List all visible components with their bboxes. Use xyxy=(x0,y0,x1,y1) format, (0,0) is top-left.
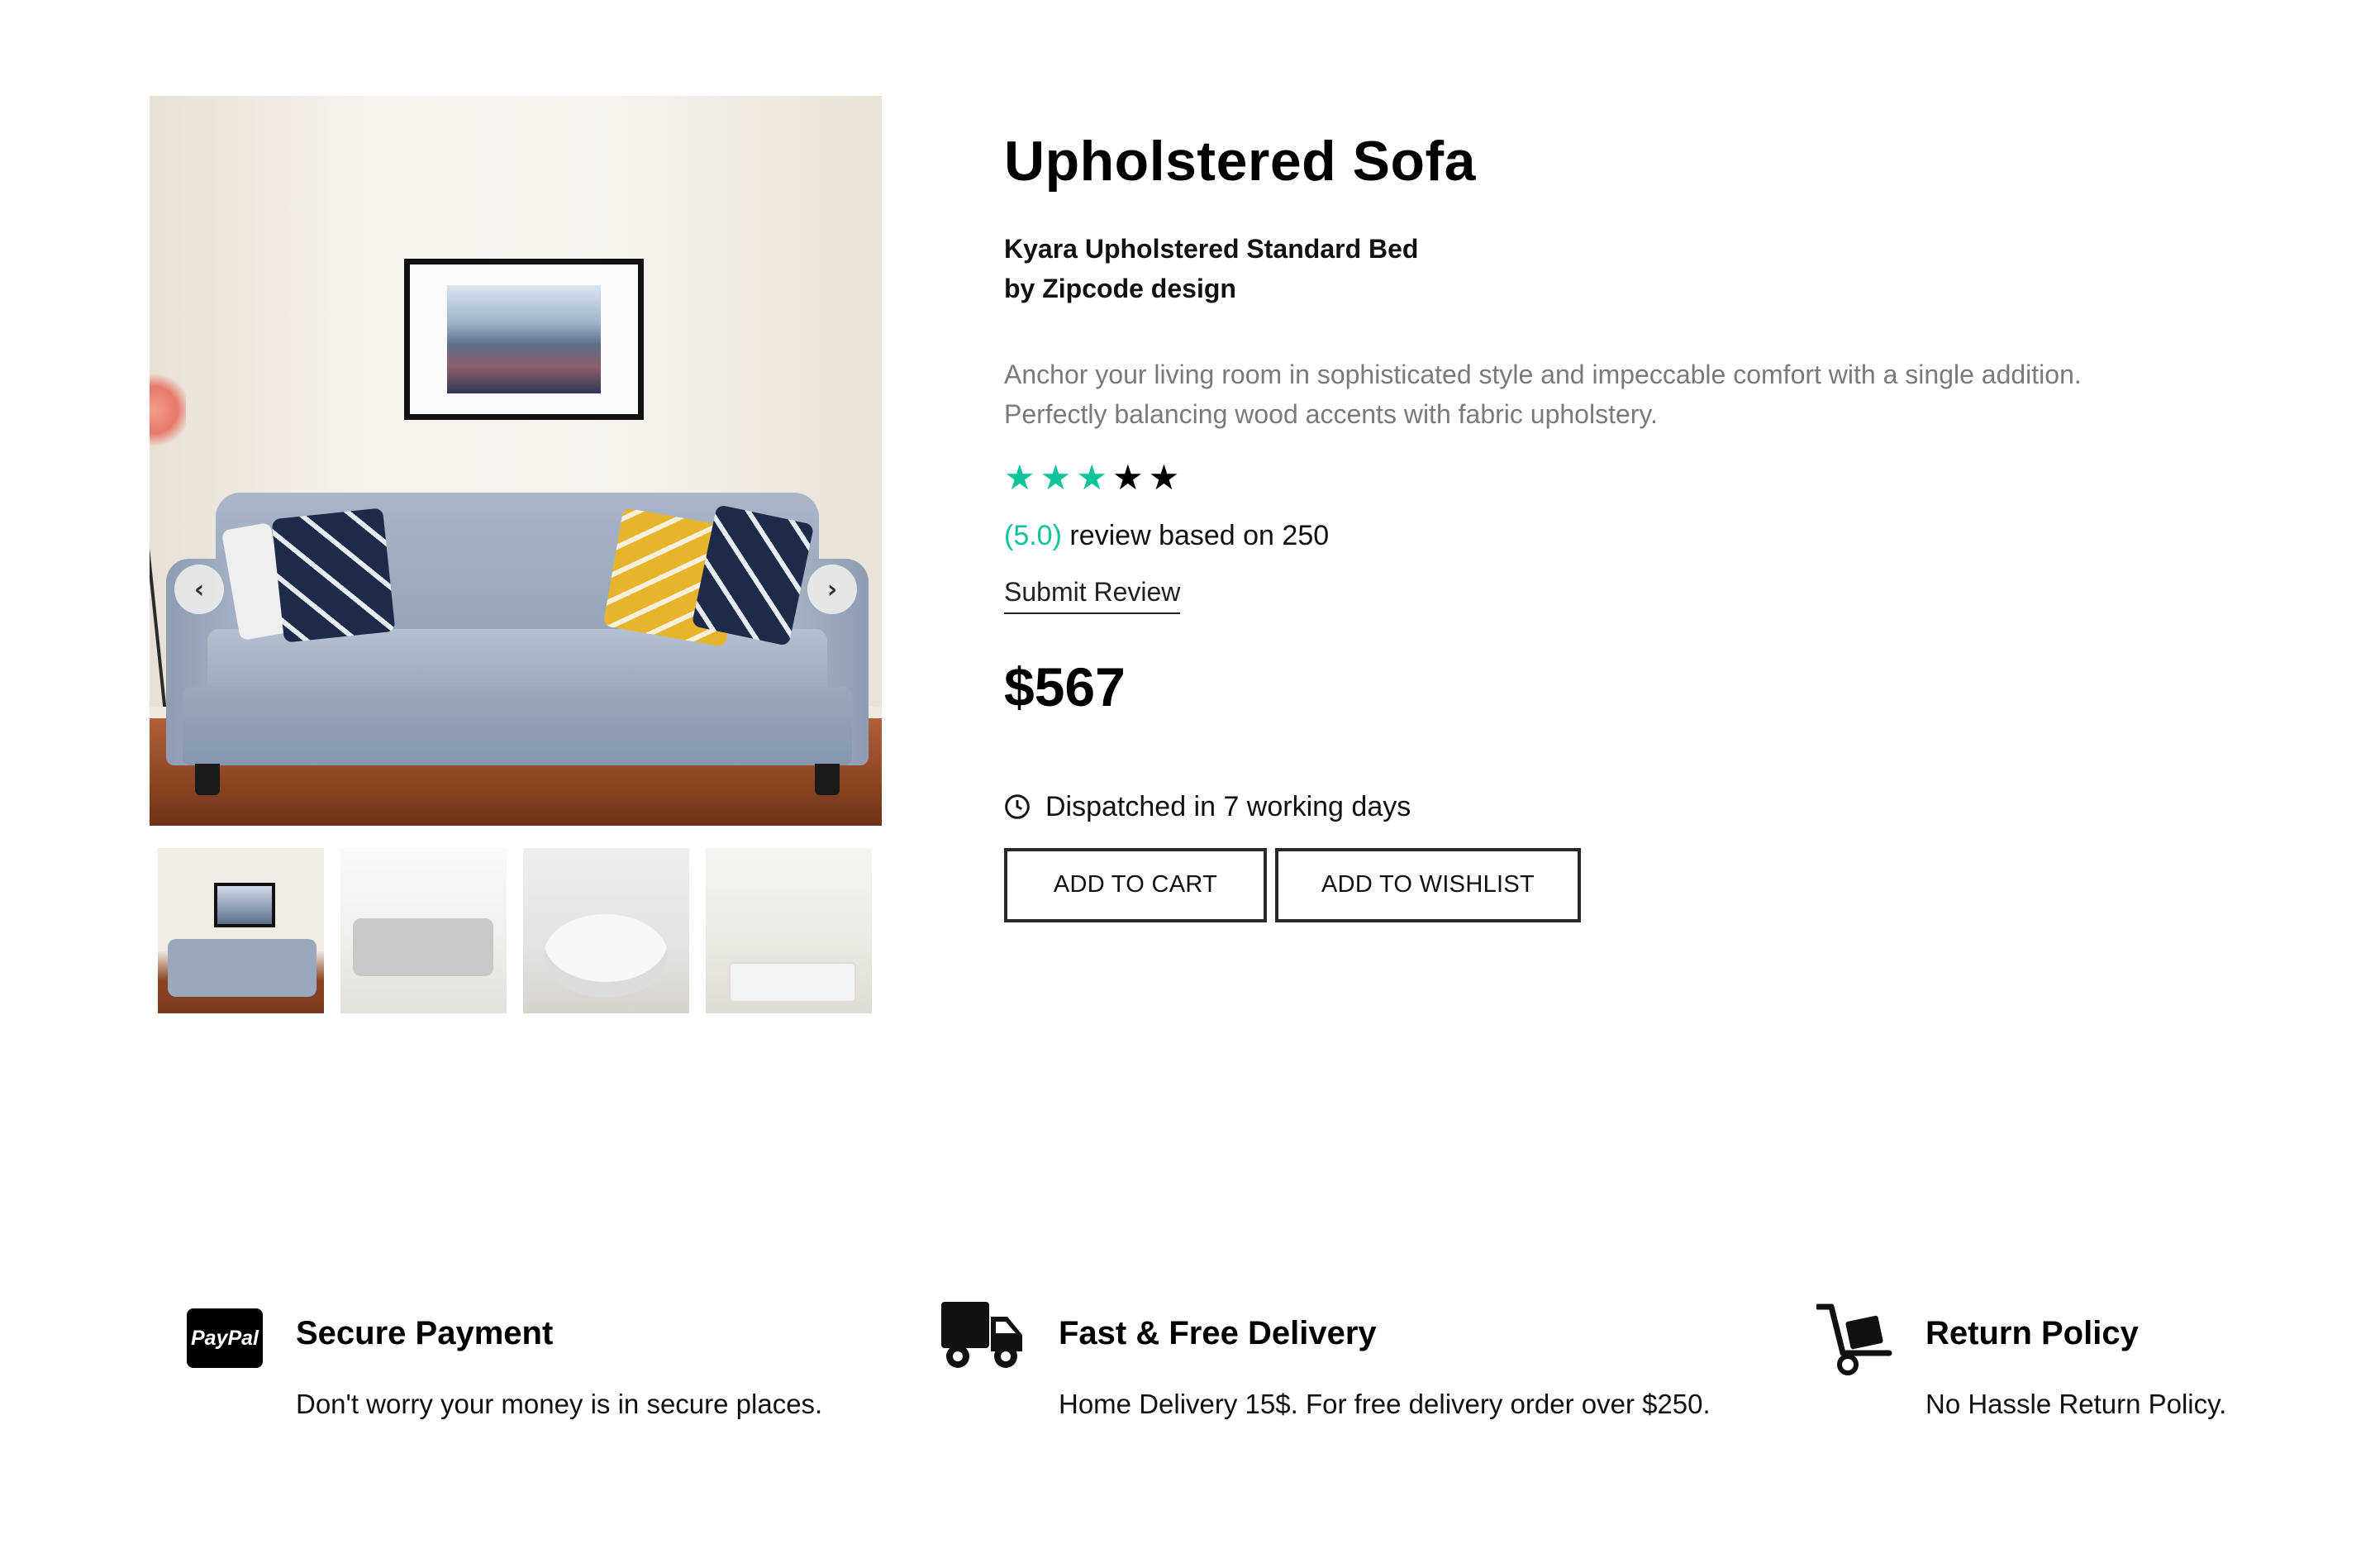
star-rating: ★ ★ ★ ★ ★ xyxy=(1004,460,2285,495)
feature-text: Home Delivery 15$. For free delivery ord… xyxy=(1059,1389,1711,1419)
thumbnail-2[interactable] xyxy=(340,848,507,1013)
feature-text: Don't worry your money is in secure plac… xyxy=(296,1389,823,1419)
dispatch-text: Dispatched in 7 working days xyxy=(1045,790,1411,822)
rating-score: (5.0) xyxy=(1004,519,1062,551)
thumbnail-1[interactable] xyxy=(158,848,324,1013)
product-subtitle-line1: Kyara Upholstered Standard Bed xyxy=(1004,233,1419,264)
feature-title: Secure Payment xyxy=(296,1315,554,1351)
truck-icon xyxy=(941,1302,1022,1368)
feature-title: Fast & Free Delivery xyxy=(1059,1315,1377,1351)
product-description-line1: Anchor your living room in sophisticated… xyxy=(1004,359,2082,389)
review-summary: (5.0) review based on 250 xyxy=(1004,520,2285,552)
product-price: $567 xyxy=(1004,655,1126,717)
feature-title: Return Policy xyxy=(1925,1315,2139,1351)
wall-picture-frame xyxy=(404,259,644,420)
chevron-right-icon: › xyxy=(826,574,838,604)
thumbnail-4[interactable] xyxy=(706,848,872,1013)
product-subtitle: Kyara Upholstered Standard Bed by Zipcod… xyxy=(1004,229,2285,308)
review-count-text: review based on 250 xyxy=(1061,519,1330,551)
product-title: Upholstered Sofa xyxy=(1004,130,1476,193)
dispatch-info: Dispatched in 7 working days xyxy=(1004,791,2285,823)
product-description: Anchor your living room in sophisticated… xyxy=(1004,355,2285,434)
decor-flower xyxy=(150,369,186,451)
star-icon: ★ xyxy=(1111,456,1144,498)
product-subtitle-line2: by Zipcode design xyxy=(1004,273,1236,303)
product-actions: ADD TO CART ADD TO WISHLIST xyxy=(1004,847,2285,922)
submit-review-link[interactable]: Submit Review xyxy=(1004,577,1181,614)
add-to-wishlist-button[interactable]: ADD TO WISHLIST xyxy=(1275,847,1581,922)
add-to-cart-button[interactable]: ADD TO CART xyxy=(1004,847,1267,922)
features-row: PayPal Secure Payment Don't worry your m… xyxy=(0,1302,2380,1434)
star-icon: ★ xyxy=(1076,456,1107,498)
hand-truck-icon xyxy=(1816,1303,1892,1375)
chevron-left-icon: ‹ xyxy=(193,574,205,604)
sofa-illustration xyxy=(166,493,869,795)
star-icon: ★ xyxy=(1148,456,1180,498)
star-icon: ★ xyxy=(1004,456,1035,498)
feature-text: No Hassle Return Policy. xyxy=(1925,1389,2227,1419)
thumbnail-3[interactable] xyxy=(523,848,689,1013)
next-image-button[interactable]: › xyxy=(807,565,857,614)
star-icon: ★ xyxy=(1040,456,1072,498)
clock-icon xyxy=(1005,794,1030,819)
paypal-icon: PayPal xyxy=(187,1308,263,1368)
product-description-line2: Perfectly balancing wood accents with fa… xyxy=(1004,398,1658,429)
main-product-image: ‹ › xyxy=(150,96,882,826)
product-gallery: ‹ › xyxy=(150,96,882,1013)
thumbnail-strip xyxy=(150,848,882,1013)
previous-image-button[interactable]: ‹ xyxy=(174,565,224,614)
product-info: Upholstered Sofa Kyara Upholstered Stand… xyxy=(1004,128,2285,922)
